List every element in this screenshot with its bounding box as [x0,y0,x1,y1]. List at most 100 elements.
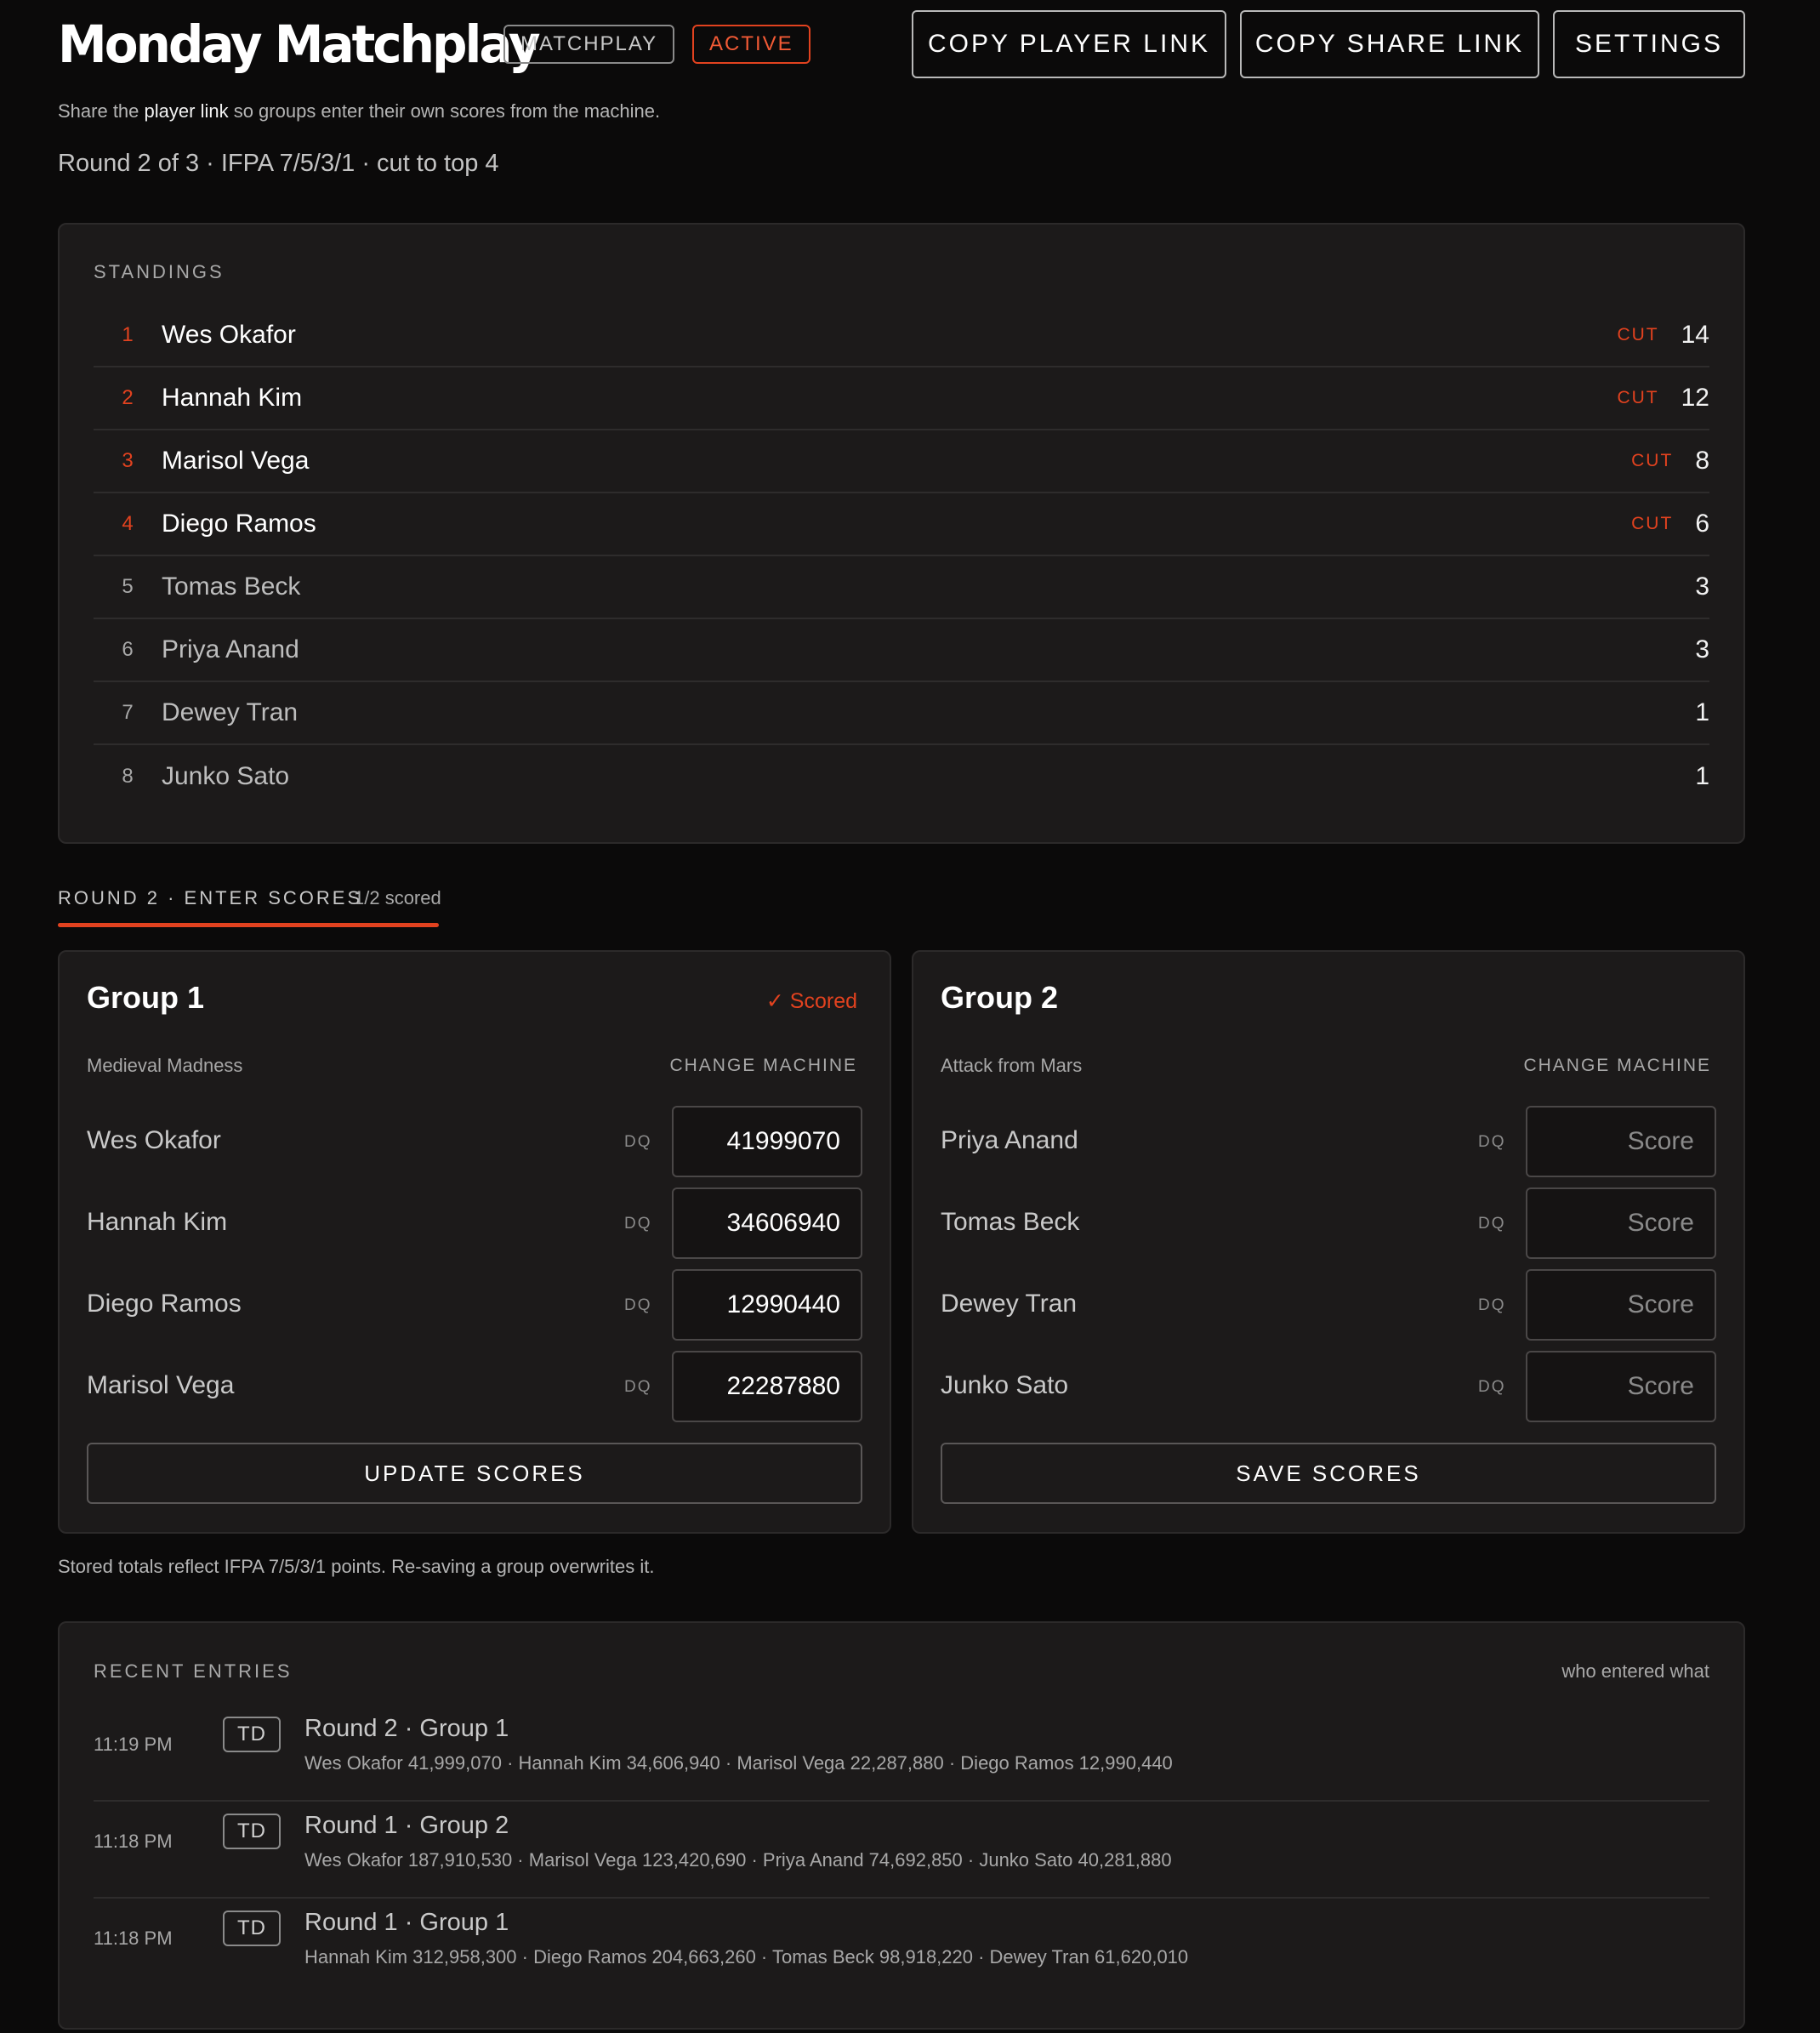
entry-title: Round 1 · Group 1 [304,1909,509,1936]
entry-detail: Hannah Kim 312,958,300 · Diego Ramos 204… [304,1946,1189,1968]
dq-toggle[interactable]: DQ [624,1378,652,1397]
standings-player-name: Hannah Kim [162,384,303,412]
standings-row: 1 Wes Okafor CUT 14 [94,305,1709,367]
standings-player-name: Priya Anand [162,635,299,663]
round-progress: 1/2 scored [354,887,441,908]
entry-author-tag: TD [223,1814,281,1849]
dq-toggle[interactable]: DQ [1478,1215,1506,1233]
dq-toggle[interactable]: DQ [1478,1378,1506,1397]
standings-rank: 5 [122,575,134,598]
entry-author-tag: TD [223,1911,281,1946]
standings-points: 12 [1681,384,1709,412]
standings-player-name: Marisol Vega [162,447,310,475]
standings-rank: 4 [122,512,134,535]
scores-footnote: Stored totals reflect IFPA 7/5/3/1 point… [58,1556,655,1577]
entry-time: 11:19 PM [94,1734,173,1755]
score-player-name: Wes Okafor [87,1126,221,1154]
page-title: Monday Matchplay [58,14,541,75]
dq-toggle[interactable]: DQ [1478,1296,1506,1315]
player-link-text: player link [144,100,229,122]
standings-rank: 1 [122,323,134,346]
settings-button[interactable]: SETTINGS [1553,10,1745,78]
standings-points: 8 [1695,447,1709,475]
copy-player-link-button[interactable]: COPY PLAYER LINK [912,10,1226,78]
group-machine-name: Medieval Madness [87,1055,243,1076]
round-meta: Round 2 of 3 · IFPA 7/5/3/1 · cut to top… [58,150,499,177]
score-input[interactable] [1526,1351,1716,1422]
standings-rank: 8 [122,765,134,788]
standings-rank: 7 [122,701,134,724]
score-input[interactable] [1526,1187,1716,1259]
entry-detail: Wes Okafor 41,999,070 · Hannah Kim 34,60… [304,1752,1173,1774]
score-player-name: Dewey Tran [941,1290,1078,1318]
standings-points: 1 [1695,698,1709,726]
standings-label: STANDINGS [94,261,225,282]
save-scores-button[interactable]: SAVE SCORES [941,1443,1716,1504]
score-input[interactable] [672,1187,862,1259]
score-player-name: Marisol Vega [87,1371,235,1399]
score-input[interactable] [1526,1269,1716,1341]
standings-player-name: Wes Okafor [162,321,296,349]
standings-row: 3 Marisol Vega CUT 8 [94,430,1709,493]
score-player-name: Priya Anand [941,1126,1078,1154]
standings-points: 1 [1695,762,1709,790]
standings-points: 6 [1695,510,1709,538]
entry-time: 11:18 PM [94,1928,173,1949]
update-scores-button[interactable]: UPDATE SCORES [87,1443,862,1504]
standings-row: 8 Junko Sato 1 [94,745,1709,808]
recent-entries-label: RECENT ENTRIES [94,1660,293,1682]
group-machine-name: Attack from Mars [941,1055,1083,1076]
dq-toggle[interactable]: DQ [1478,1133,1506,1152]
entry-title: Round 1 · Group 2 [304,1812,509,1839]
dq-toggle[interactable]: DQ [624,1133,652,1152]
dq-toggle[interactable]: DQ [624,1215,652,1233]
entry-author-tag: TD [223,1717,281,1752]
group-title: Group 1 [87,980,205,1015]
cut-badge: CUT [1631,451,1674,470]
score-player-name: Diego Ramos [87,1290,242,1318]
dq-toggle[interactable]: DQ [624,1296,652,1315]
standings-points: 3 [1695,572,1709,601]
standings-rank: 2 [122,386,134,409]
hint-prefix: Share the [58,100,139,122]
score-player-name: Junko Sato [941,1371,1069,1399]
score-input[interactable] [1526,1106,1716,1177]
standings-row: 5 Tomas Beck 3 [94,556,1709,619]
score-player-name: Hannah Kim [87,1208,228,1236]
standings-row: 4 Diego Ramos CUT 6 [94,493,1709,556]
cut-badge: CUT [1617,388,1659,407]
change-machine-button[interactable]: CHANGE MACHINE [1456,1056,1711,1076]
status-badge: ACTIVE [692,25,810,64]
standings-player-name: Dewey Tran [162,698,299,726]
score-input[interactable] [672,1106,862,1177]
cut-badge: CUT [1631,514,1674,533]
standings-player-name: Diego Ramos [162,510,316,538]
recent-entry-row: 11:18 PM TD Round 1 · Group 2 Wes Okafor 18… [94,1802,1709,1899]
entry-title: Round 2 · Group 1 [304,1715,509,1742]
group-scored-status: ✓ Scored [765,989,857,1013]
cut-badge: CUT [1617,325,1659,345]
tab-round-2-enter-scores[interactable]: ROUND 2 · ENTER SCORES [58,887,362,909]
standings-player-name: Tomas Beck [162,572,301,601]
recent-entry-row: 11:18 PM TD Round 1 · Group 1 Hannah Kim 31… [94,1899,1709,1996]
active-tab-indicator [58,923,439,927]
standings-points: 3 [1695,635,1709,663]
mode-badge: MATCHPLAY [503,25,675,64]
recent-entries-aside: who entered what [1561,1660,1709,1682]
score-input[interactable] [672,1351,862,1422]
change-machine-button[interactable]: CHANGE MACHINE [602,1056,857,1076]
score-player-name: Tomas Beck [941,1208,1080,1236]
standings-row: 6 Priya Anand 3 [94,619,1709,682]
entry-time: 11:18 PM [94,1831,173,1852]
recent-entry-row: 11:19 PM TD Round 2 · Group 1 Wes Okafor 41… [94,1705,1709,1802]
copy-share-link-button[interactable]: COPY SHARE LINK [1240,10,1539,78]
standings-rank: 6 [122,638,134,661]
standings-player-name: Junko Sato [162,762,290,790]
score-input[interactable] [672,1269,862,1341]
standings-points: 14 [1681,321,1709,349]
group-title: Group 2 [941,980,1059,1015]
entry-detail: Wes Okafor 187,910,530 · Marisol Vega 12… [304,1849,1172,1871]
player-link-hint: Share the player link so groups enter th… [58,100,660,122]
standings-rank: 3 [122,449,134,472]
standings-row: 2 Hannah Kim CUT 12 [94,367,1709,430]
